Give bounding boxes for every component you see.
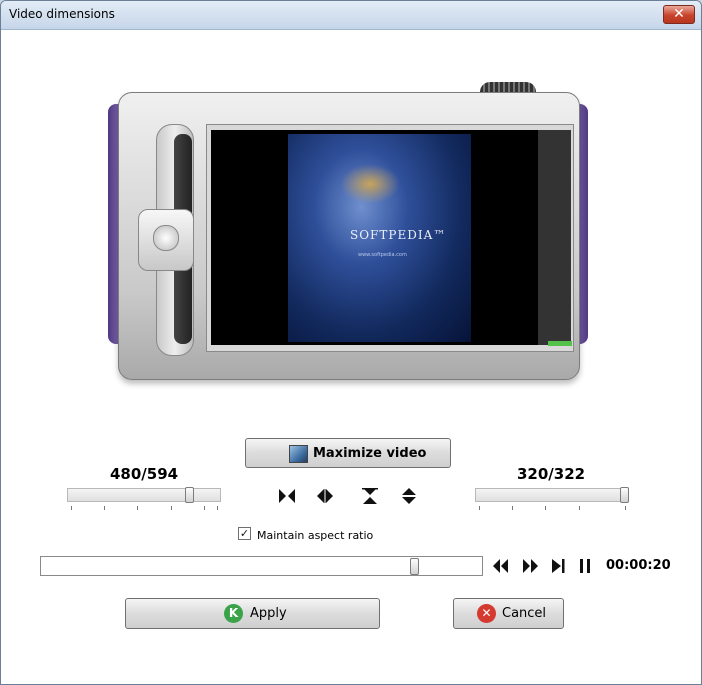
video-splash	[340, 164, 400, 204]
apply-label: Apply	[250, 606, 287, 621]
maximize-icon	[289, 445, 308, 463]
video-logo-text: SOFTPEDIA™	[350, 228, 447, 242]
flip-vertical-icon[interactable]	[360, 486, 380, 506]
playback-position-slider[interactable]	[40, 556, 483, 576]
playback-position-thumb[interactable]	[410, 558, 419, 575]
device-dpad-center	[153, 225, 179, 251]
video-frame: SOFTPEDIA™ www.softpedia.com	[288, 134, 471, 342]
maintain-aspect-label: Maintain aspect ratio	[257, 529, 374, 542]
maintain-aspect-checkbox[interactable]: ✓	[238, 527, 251, 540]
width-value: 480/594	[110, 465, 179, 483]
shrink-horizontal-icon[interactable]	[315, 486, 335, 506]
video-dimensions-dialog: Video dimensions ✕ SOFTPEDIA™ www.softpe…	[0, 0, 702, 685]
width-slider-thumb[interactable]	[185, 487, 194, 503]
height-value: 320/322	[517, 465, 586, 483]
title-bar: Video dimensions ✕	[1, 1, 701, 30]
pause-icon[interactable]	[575, 556, 595, 576]
cancel-icon: ✕	[477, 604, 496, 623]
width-slider[interactable]	[67, 487, 221, 503]
height-slider-thumb[interactable]	[620, 487, 629, 503]
device-led	[548, 341, 572, 346]
close-button[interactable]: ✕	[663, 5, 695, 24]
window-title: Video dimensions	[9, 7, 115, 21]
rewind-icon[interactable]	[491, 556, 511, 576]
apply-button[interactable]: K Apply	[125, 598, 380, 629]
flip-horizontal-icon[interactable]	[277, 486, 297, 506]
video-sub-text: www.softpedia.com	[358, 252, 407, 258]
screen-overflow-area	[538, 130, 571, 345]
maximize-video-label: Maximize video	[313, 446, 427, 461]
play-step-icon[interactable]	[548, 556, 568, 576]
width-slider-ticks	[67, 506, 221, 512]
maximize-video-button[interactable]: Maximize video	[245, 438, 451, 468]
height-slider-ticks	[475, 506, 629, 512]
height-slider[interactable]	[475, 487, 629, 503]
cancel-button[interactable]: ✕ Cancel	[453, 598, 564, 629]
apply-icon: K	[224, 604, 243, 623]
expand-vertical-icon[interactable]	[399, 486, 419, 506]
video-preview-device: SOFTPEDIA™ www.softpedia.com	[108, 64, 588, 382]
playback-time: 00:00:20	[606, 558, 671, 573]
cancel-label: Cancel	[502, 606, 547, 621]
fast-forward-icon[interactable]	[520, 556, 540, 576]
